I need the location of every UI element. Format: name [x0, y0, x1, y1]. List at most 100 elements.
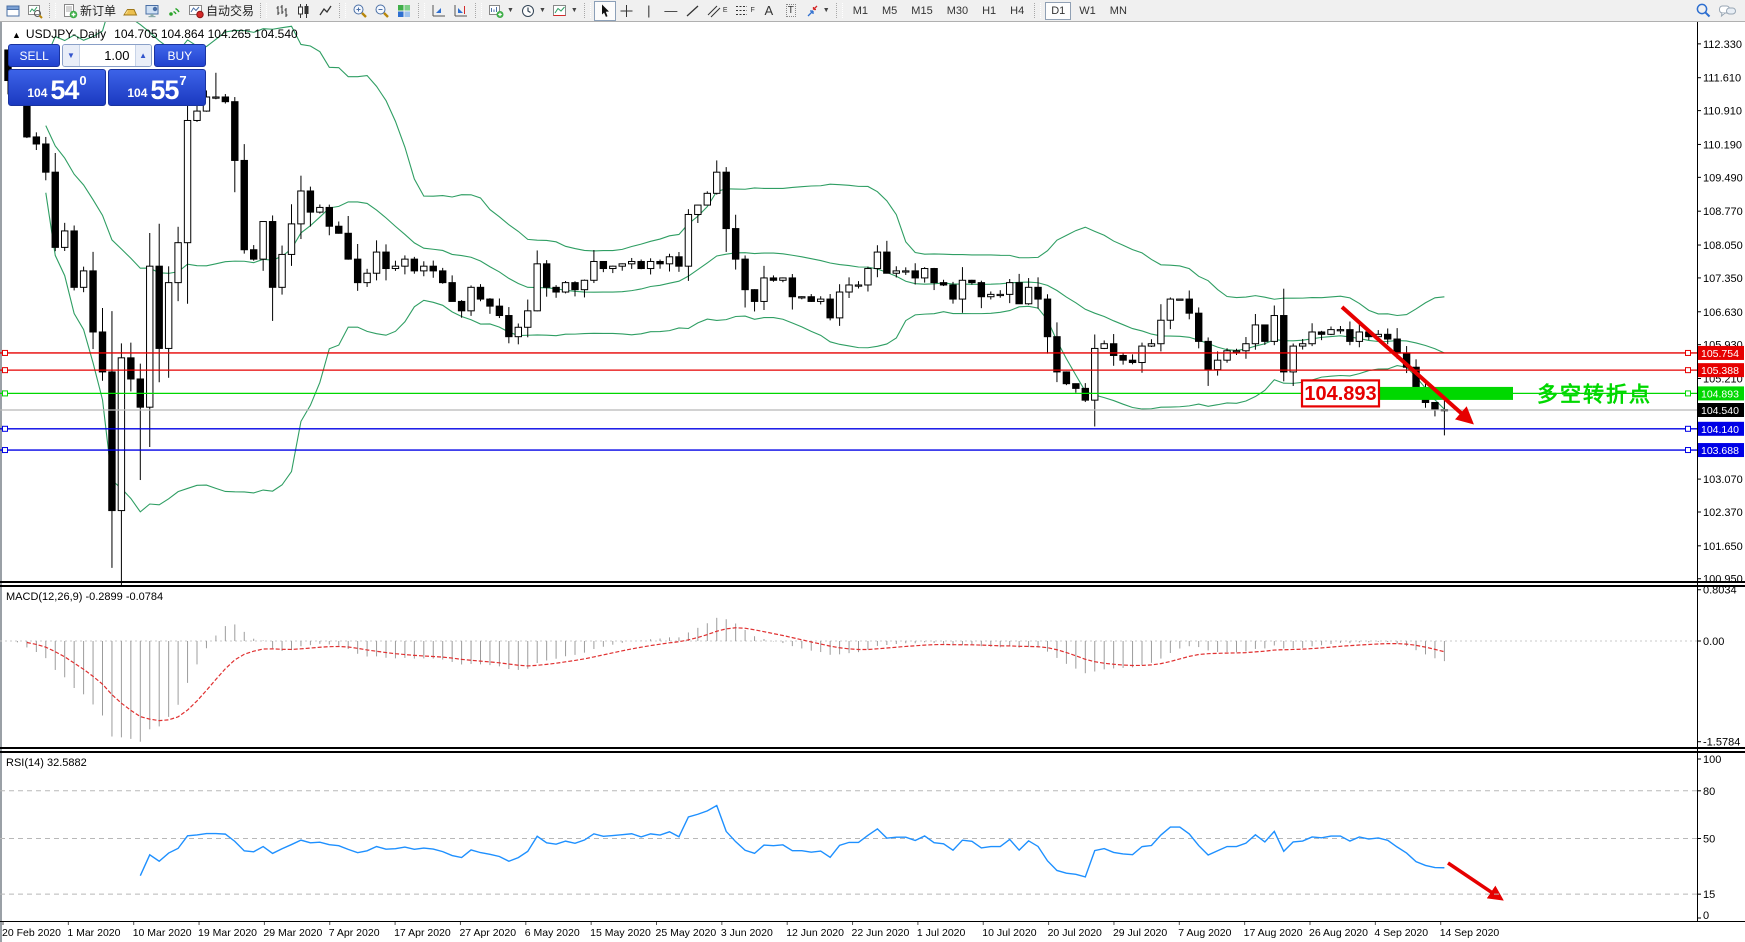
- hline-handle[interactable]: [1686, 350, 1691, 355]
- timeframe-button-M1[interactable]: M1: [847, 2, 874, 20]
- arrows-shapes-icon: [805, 3, 820, 19]
- text-tool-button[interactable]: A: [758, 1, 780, 21]
- hline-handle[interactable]: [3, 350, 8, 355]
- chart-step-icon: [431, 3, 447, 19]
- zoom-in-button[interactable]: [349, 1, 371, 21]
- volume-input[interactable]: [80, 45, 135, 66]
- timeframe-button-MN[interactable]: MN: [1104, 2, 1133, 20]
- new-chart-dropdown-button[interactable]: ▼: [485, 1, 517, 21]
- hline-handle[interactable]: [3, 391, 8, 396]
- sell-price-pip: 0: [79, 73, 86, 88]
- toolbar-grip: [584, 3, 591, 18]
- new-order-icon: [62, 3, 78, 19]
- trade-panel-price-row: 104540 104557: [8, 69, 206, 106]
- community-button[interactable]: [1715, 1, 1740, 21]
- timeframe-button-M5[interactable]: M5: [876, 2, 903, 20]
- date-label: 26 Aug 2020: [1309, 927, 1368, 939]
- channel-tool-button[interactable]: E: [704, 1, 731, 21]
- search-icon: [1695, 2, 1712, 19]
- hline-handle[interactable]: [1686, 391, 1691, 396]
- price-tick-label: 108.050: [1703, 240, 1743, 252]
- sell-price-display[interactable]: 104540: [8, 69, 106, 106]
- chart-background[interactable]: [0, 22, 1745, 942]
- rsi-axis-label: 100: [1703, 754, 1721, 766]
- buy-price-big: 55: [150, 77, 178, 103]
- market-depth-button[interactable]: [119, 1, 141, 21]
- volume-increase-button[interactable]: ▲: [135, 45, 151, 66]
- vertical-line-icon: |: [647, 4, 650, 17]
- fibonacci-f-mark: F: [751, 7, 755, 14]
- hline-handle[interactable]: [1686, 426, 1691, 431]
- cursor-tool-button[interactable]: [594, 1, 616, 21]
- date-label: 19 Mar 2020: [198, 927, 257, 939]
- signals-button[interactable]: [163, 1, 185, 21]
- hline-handle[interactable]: [3, 448, 8, 453]
- price-tick-label: 107.350: [1703, 273, 1743, 285]
- fibonacci-tool-button[interactable]: F: [731, 1, 758, 21]
- date-label: 25 May 2020: [656, 927, 717, 939]
- date-label: 20 Jul 2020: [1048, 927, 1102, 939]
- timeframe-button-M15[interactable]: M15: [905, 2, 938, 20]
- rsi-axis-label: 80: [1703, 786, 1715, 798]
- turning-point-label[interactable]: 多空转折点: [1537, 382, 1652, 406]
- chart-preview-button[interactable]: [24, 1, 46, 21]
- arrows-tool-dropdown-button[interactable]: ▼: [802, 1, 833, 21]
- volume-decrease-button[interactable]: ▼: [63, 45, 79, 66]
- line-chart-mode-button[interactable]: [314, 1, 336, 21]
- price-tick-label: 109.490: [1703, 172, 1743, 184]
- hline-handle[interactable]: [3, 426, 8, 431]
- date-label: 1 Jul 2020: [917, 927, 966, 939]
- macd-label: MACD(12,26,9) -0.2899 -0.0784: [6, 591, 163, 603]
- date-label: 10 Mar 2020: [133, 927, 192, 939]
- text-label-tool-button[interactable]: T: [780, 1, 802, 21]
- templates-dropdown-button[interactable]: ▼: [549, 1, 581, 21]
- timeframe-button-H4[interactable]: H4: [1004, 2, 1030, 20]
- new-order-label: 新订单: [80, 2, 116, 19]
- sell-button[interactable]: SELL: [8, 44, 60, 67]
- bar-chart-mode-button[interactable]: [270, 1, 292, 21]
- line-price-label: 104.540: [1701, 405, 1739, 417]
- vertical-line-tool-button[interactable]: |: [638, 1, 660, 21]
- rsi-label: RSI(14) 32.5882: [6, 757, 87, 769]
- hline-handle[interactable]: [3, 368, 8, 373]
- hline-handle[interactable]: [1686, 368, 1691, 373]
- crosshair-tool-button[interactable]: [616, 1, 638, 21]
- macd-axis-label: 0.00: [1703, 636, 1724, 648]
- toolbar-grip: [836, 3, 843, 18]
- collapse-panel-icon[interactable]: ▲: [12, 30, 21, 40]
- step-forward-button[interactable]: [428, 1, 450, 21]
- chart-step-end-icon: [453, 3, 469, 19]
- zoom-out-button[interactable]: [371, 1, 393, 21]
- horizontal-line-icon: —: [664, 4, 677, 17]
- chart-window-button[interactable]: [2, 1, 24, 21]
- volume-stepper: ▼ ▲: [62, 44, 151, 67]
- hline-handle[interactable]: [1686, 448, 1691, 453]
- line-price-label: 104.893: [1701, 388, 1739, 400]
- price-tick-label: 102.370: [1703, 507, 1743, 519]
- line-price-label: 104.140: [1701, 424, 1739, 436]
- price-tick-label: 103.070: [1703, 474, 1743, 486]
- auto-trading-button[interactable]: 自动交易: [185, 1, 257, 21]
- timeframe-button-H1[interactable]: H1: [976, 2, 1002, 20]
- buy-button[interactable]: BUY: [154, 44, 206, 67]
- channel-e-mark: E: [723, 7, 728, 14]
- date-label: 12 Jun 2020: [786, 927, 844, 939]
- date-label: 10 Jul 2020: [982, 927, 1036, 939]
- timeframe-button-M30[interactable]: M30: [941, 2, 974, 20]
- tile-windows-button[interactable]: [393, 1, 415, 21]
- new-chart-icon: [488, 3, 504, 19]
- metaeditor-button[interactable]: [141, 1, 163, 21]
- buy-price-display[interactable]: 104557: [108, 69, 206, 106]
- search-button[interactable]: [1692, 1, 1715, 21]
- trendline-tool-button[interactable]: [682, 1, 704, 21]
- horizontal-line-tool-button[interactable]: —: [660, 1, 682, 21]
- timeframe-button-D1[interactable]: D1: [1045, 2, 1071, 20]
- ohlc-values: 104.705 104.864 104.265 104.540: [114, 27, 298, 41]
- timeframe-button-W1[interactable]: W1: [1073, 2, 1102, 20]
- candlestick-mode-button[interactable]: [292, 1, 314, 21]
- chevron-down-icon: ▼: [539, 7, 546, 14]
- toolbar-grip: [260, 3, 267, 18]
- new-order-button[interactable]: 新订单: [59, 1, 119, 21]
- step-end-button[interactable]: [450, 1, 472, 21]
- period-clock-dropdown-button[interactable]: ▼: [517, 1, 549, 21]
